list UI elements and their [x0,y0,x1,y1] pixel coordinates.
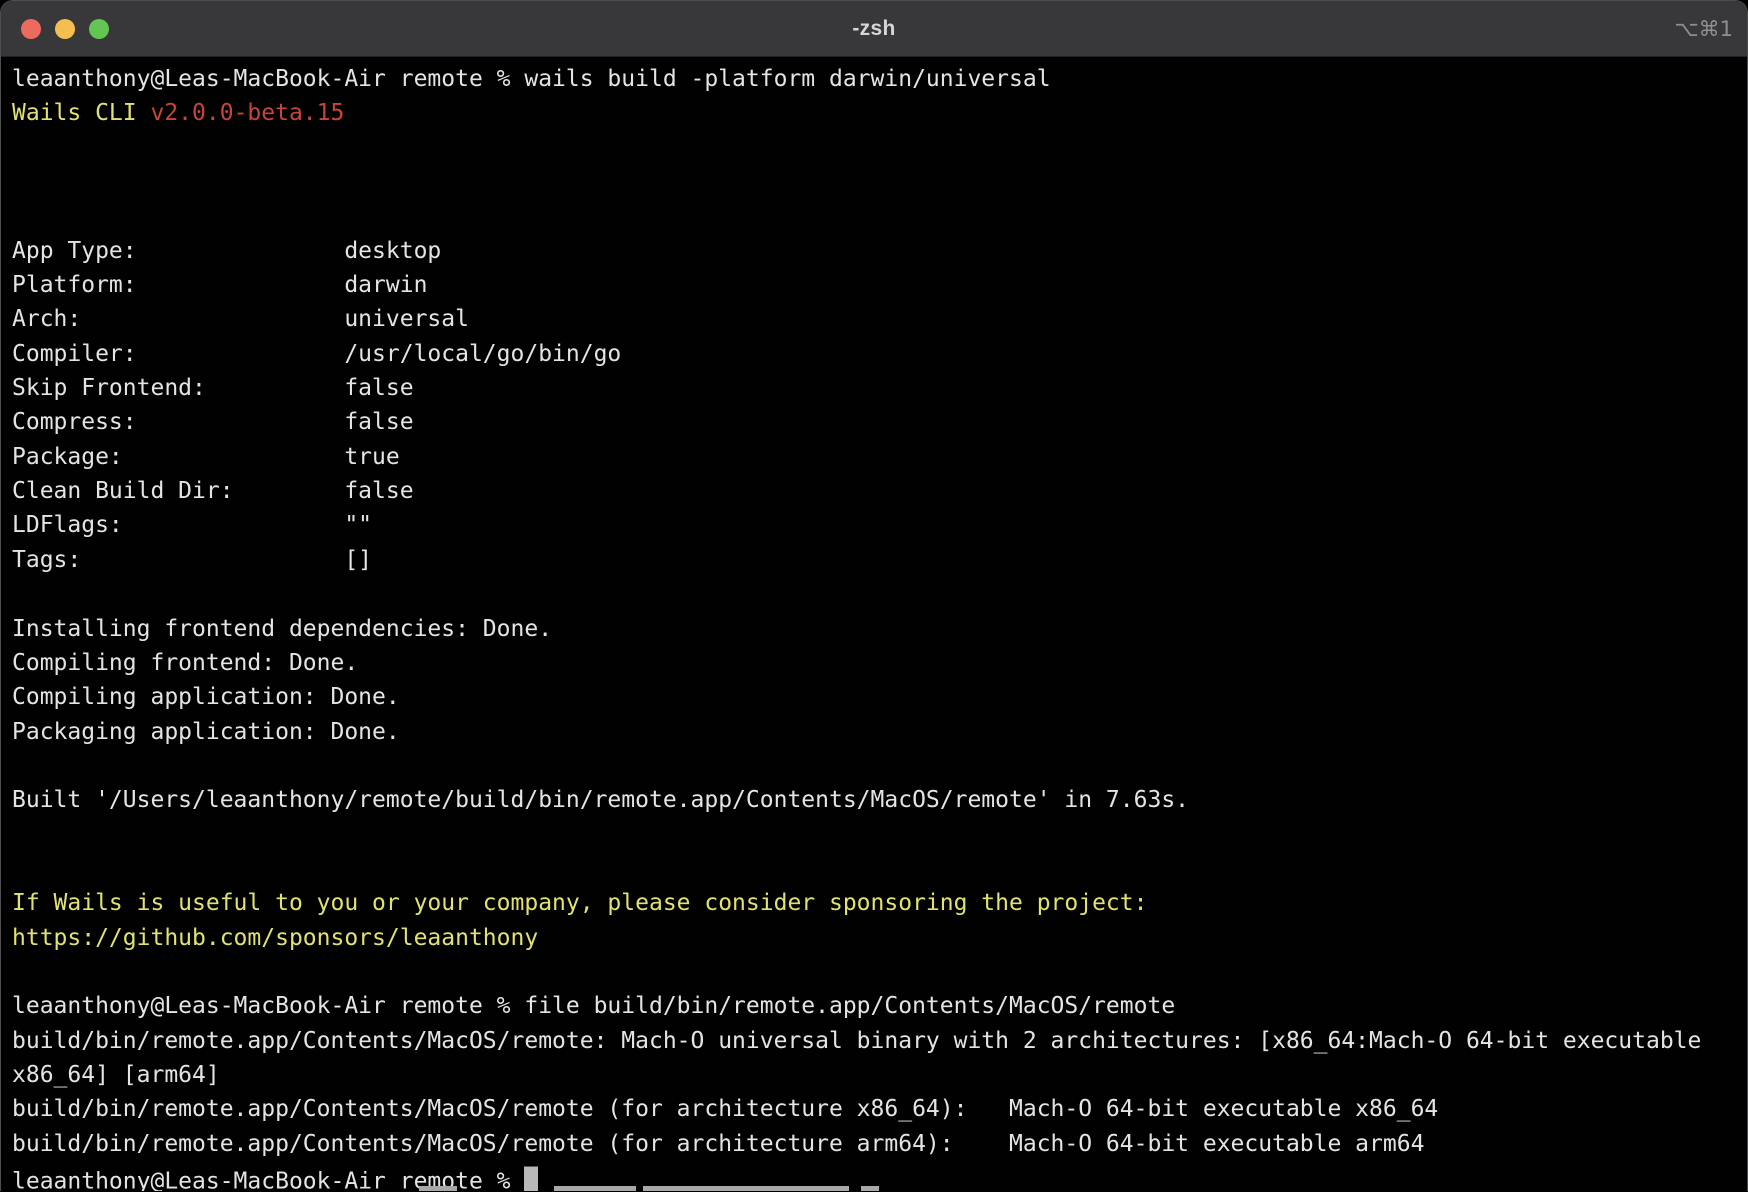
terminal-text-segment: Packaging application: Done. [12,719,400,745]
terminal-cursor [524,1167,538,1191]
terminal-line: Compiling application: Done. [12,680,1747,714]
terminal-text-segment: v2.0.0-beta.15 [150,100,344,126]
terminal-text-segment: Tags: [] [12,547,372,573]
terminal-line: build/bin/remote.app/Contents/MacOS/remo… [12,1092,1747,1126]
terminal-line [12,955,1747,989]
terminal-text-segment: Compiling frontend: Done. [12,650,358,676]
clipped-next-line-artifact [419,1186,457,1191]
tab-shortcut-badge: ⌥⌘1 [1674,1,1733,56]
clipped-next-line-artifact [861,1186,879,1191]
terminal-text-segment: If Wails is useful to you or your compan… [12,890,1147,916]
terminal-text-segment: https://github.com/sponsors/leaanthony [12,925,538,951]
terminal-text-segment: Platform: darwin [12,272,427,298]
terminal-text-segment: LDFlags: "" [12,512,372,538]
terminal-line: Compiling frontend: Done. [12,646,1747,680]
terminal-line [12,199,1747,233]
terminal-line: build/bin/remote.app/Contents/MacOS/remo… [12,1024,1747,1058]
terminal-line: Compress: false [12,405,1747,439]
zoom-button[interactable] [89,19,109,39]
close-button[interactable] [21,19,41,39]
terminal-line: leaanthony@Leas-MacBook-Air remote % [12,1161,1747,1191]
terminal-text-segment: x86_64] [arm64] [12,1062,220,1088]
terminal-text-segment: build/bin/remote.app/Contents/MacOS/remo… [12,1096,1438,1122]
window-titlebar[interactable]: -zsh ⌥⌘1 [1,1,1747,57]
terminal-text-segment: leaanthony@Leas-MacBook-Air remote % fil… [12,993,1175,1019]
terminal-line: https://github.com/sponsors/leaanthony [12,921,1747,955]
terminal-text-segment: Compiling application: Done. [12,684,400,710]
minimize-button[interactable] [55,19,75,39]
terminal-line: Installing frontend dependencies: Done. [12,612,1747,646]
terminal-line: App Type: desktop [12,234,1747,268]
terminal-line [12,852,1747,886]
terminal-line: Package: true [12,440,1747,474]
terminal-line [12,749,1747,783]
window-title: -zsh [1,17,1747,41]
terminal-line: leaanthony@Leas-MacBook-Air remote % fil… [12,989,1747,1023]
terminal-text-segment: Clean Build Dir: false [12,478,414,504]
terminal-line: Arch: universal [12,302,1747,336]
terminal-text-segment: Package: true [12,444,400,470]
terminal-line: leaanthony@Leas-MacBook-Air remote % wai… [12,62,1747,96]
terminal-line: Clean Build Dir: false [12,474,1747,508]
terminal-text-segment: Arch: universal [12,306,469,332]
terminal-window: -zsh ⌥⌘1 leaanthony@Leas-MacBook-Air rem… [0,0,1748,1191]
terminal-text-segment: Compiler: /usr/local/go/bin/go [12,341,621,367]
terminal-text-segment: Compress: false [12,409,414,435]
terminal-line: Tags: [] [12,543,1747,577]
terminal-text-segment: leaanthony@Leas-MacBook-Air remote % wai… [12,66,1051,92]
terminal-text-segment: build/bin/remote.app/Contents/MacOS/remo… [12,1131,1424,1157]
terminal-line: x86_64] [arm64] [12,1058,1747,1092]
terminal-line: Packaging application: Done. [12,715,1747,749]
terminal-line: Wails CLI v2.0.0-beta.15 [12,96,1747,130]
terminal-text-segment: Installing frontend dependencies: Done. [12,616,552,642]
terminal-line: Built '/Users/leaanthony/remote/build/bi… [12,783,1747,817]
traffic-lights [21,1,109,56]
terminal-text-segment: Built '/Users/leaanthony/remote/build/bi… [12,787,1189,813]
terminal-line: build/bin/remote.app/Contents/MacOS/remo… [12,1127,1747,1161]
terminal-line: LDFlags: "" [12,508,1747,542]
terminal-line [12,577,1747,611]
terminal-line: Compiler: /usr/local/go/bin/go [12,337,1747,371]
terminal-text-segment: build/bin/remote.app/Contents/MacOS/remo… [12,1028,1715,1054]
clipped-next-line-artifact [643,1186,849,1191]
terminal-screen[interactable]: leaanthony@Leas-MacBook-Air remote % wai… [1,57,1747,1191]
terminal-line [12,165,1747,199]
terminal-output: leaanthony@Leas-MacBook-Air remote % wai… [1,57,1747,1191]
clipped-next-line-artifact [554,1186,636,1191]
terminal-line: If Wails is useful to you or your compan… [12,886,1747,920]
terminal-line: Skip Frontend: false [12,371,1747,405]
terminal-line: Platform: darwin [12,268,1747,302]
terminal-text-segment: Skip Frontend: false [12,375,414,401]
terminal-text-segment: App Type: desktop [12,238,441,264]
terminal-line [12,818,1747,852]
terminal-line [12,131,1747,165]
terminal-text-segment: Wails CLI [12,100,150,126]
